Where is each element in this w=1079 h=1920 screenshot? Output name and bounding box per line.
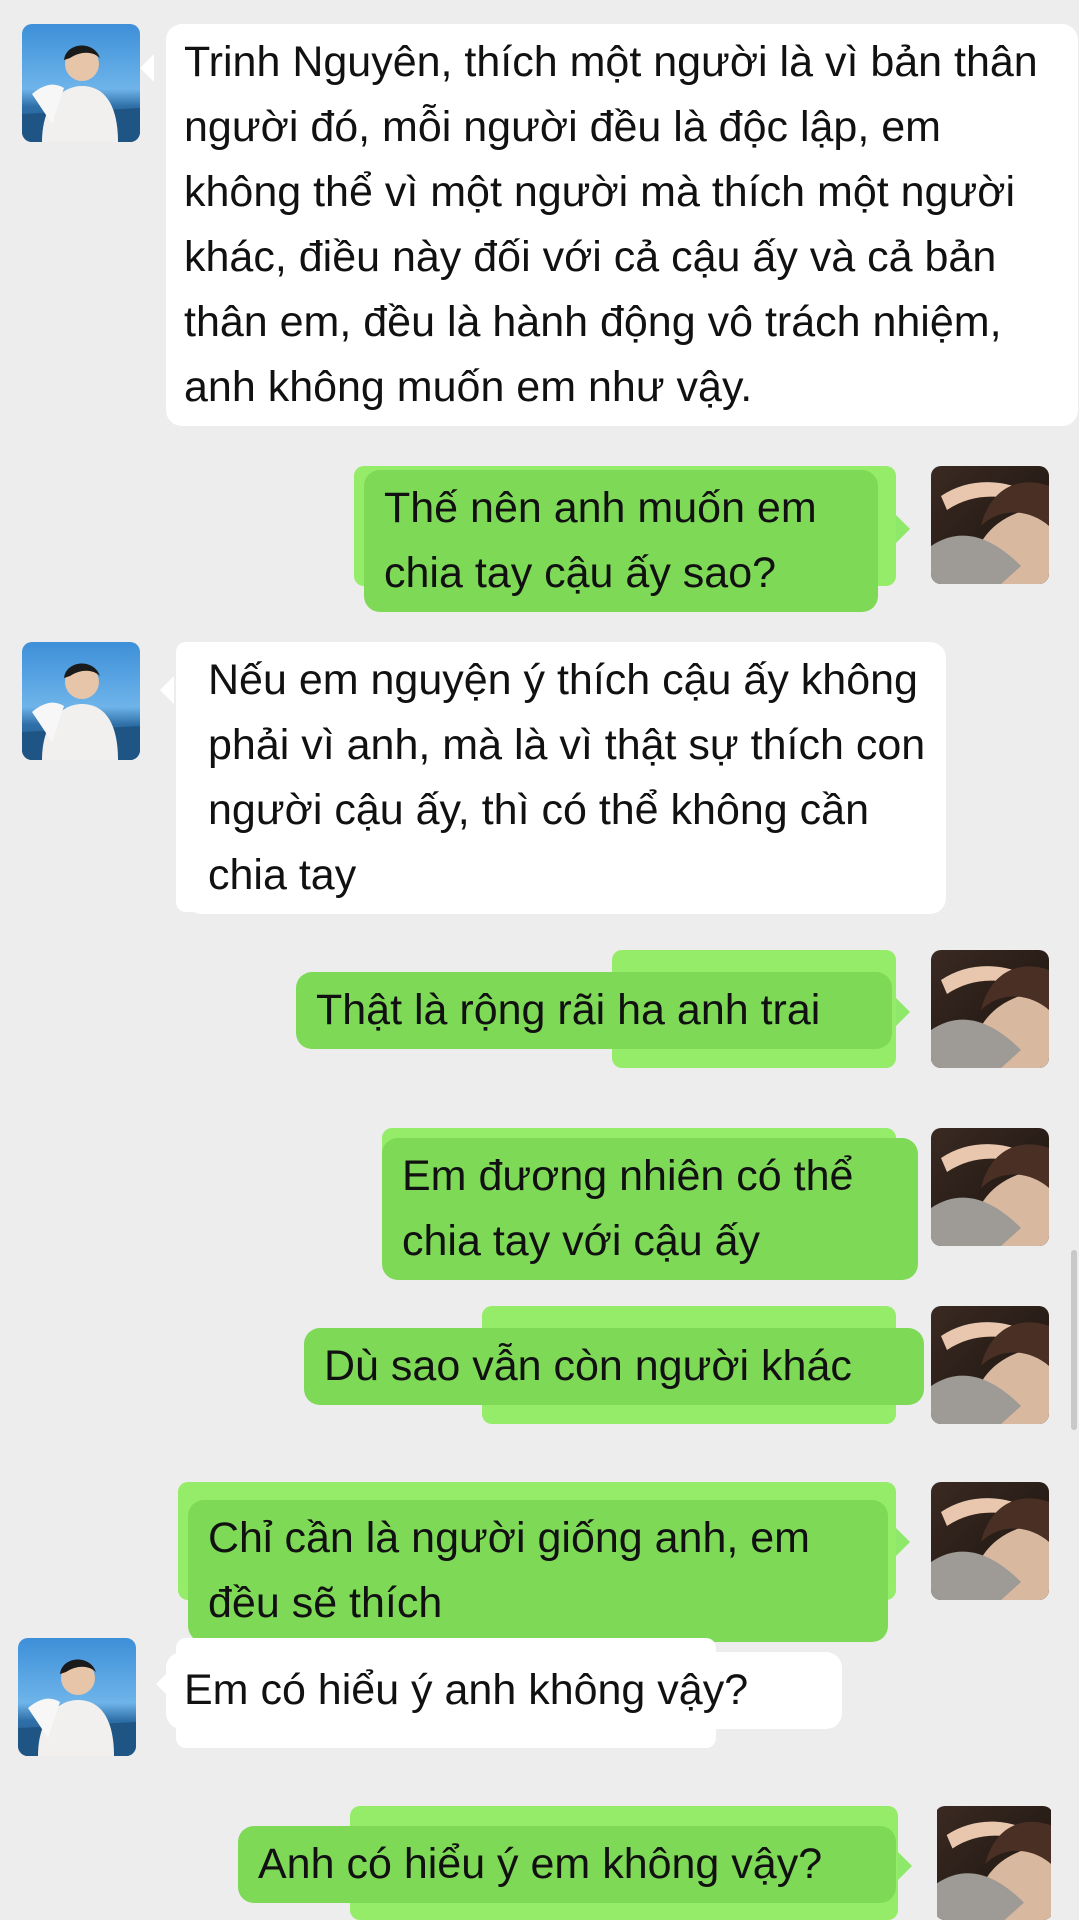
self-avatar[interactable] <box>931 950 1049 1068</box>
bubble-tail <box>896 515 910 543</box>
self-avatar[interactable] <box>931 1306 1049 1424</box>
message-bubble-outgoing[interactable]: Anh có hiểu ý em không vậy? <box>238 1826 896 1903</box>
self-avatar-photo-icon <box>931 1128 1049 1246</box>
message-bubble-outgoing[interactable]: Thật là rộng rãi ha anh trai <box>296 972 892 1049</box>
self-avatar-photo-icon <box>937 1806 1051 1920</box>
self-avatar[interactable] <box>931 466 1049 584</box>
bubble-tail <box>160 676 174 704</box>
message-bubble-outgoing[interactable]: Em đương nhiên có thể chia tay với cậu ấ… <box>382 1138 918 1280</box>
message-text: Thế nên anh muốn em chia tay cậu ấy sao? <box>384 484 817 597</box>
contact-avatar[interactable] <box>22 24 140 142</box>
message-bubble-outgoing[interactable]: Thế nên anh muốn em chia tay cậu ấy sao? <box>364 470 878 612</box>
self-avatar-photo-icon <box>931 1306 1049 1424</box>
message-text: Chỉ cần là người giống anh, em đều sẽ th… <box>208 1514 810 1627</box>
contact-avatar-photo-icon <box>22 24 140 142</box>
self-avatar-photo-icon <box>931 1482 1049 1600</box>
message-bubble-outgoing[interactable]: Dù sao vẫn còn người khác <box>304 1328 924 1405</box>
message-text: Em đương nhiên có thể chia tay với cậu ấ… <box>402 1152 854 1265</box>
self-avatar-photo-icon <box>931 950 1049 1068</box>
bubble-tail <box>898 1852 912 1880</box>
self-avatar-photo-icon <box>931 466 1049 584</box>
message-text: Anh có hiểu ý em không vậy? <box>258 1840 823 1888</box>
message-text: Thật là rộng rãi ha anh trai <box>316 986 821 1034</box>
bubble-tail <box>896 1528 910 1556</box>
contact-avatar-photo-icon <box>18 1638 136 1756</box>
message-text: Trinh Nguyên, thích một người là vì bản … <box>184 38 1038 411</box>
message-bubble-incoming[interactable]: Nếu em nguyện ý thích cậu ấy không phải … <box>186 642 946 914</box>
message-text: Em có hiểu ý anh không vậy? <box>184 1666 749 1714</box>
message-text: Nếu em nguyện ý thích cậu ấy không phải … <box>208 656 926 899</box>
self-avatar[interactable] <box>931 1128 1049 1246</box>
scrollbar[interactable] <box>1071 1250 1077 1430</box>
message-bubble-incoming[interactable]: Trinh Nguyên, thích một người là vì bản … <box>166 24 1078 426</box>
chat-area[interactable]: Trinh Nguyên, thích một người là vì bản … <box>0 0 1079 1920</box>
contact-avatar-photo-icon <box>22 642 140 760</box>
bubble-tail <box>896 998 910 1026</box>
message-text: Dù sao vẫn còn người khác <box>324 1342 852 1390</box>
message-bubble-outgoing[interactable]: Chỉ cần là người giống anh, em đều sẽ th… <box>188 1500 888 1642</box>
bubble-tail <box>140 54 154 82</box>
contact-avatar[interactable] <box>18 1638 136 1756</box>
message-bubble-incoming[interactable]: Em có hiểu ý anh không vậy? <box>166 1652 842 1729</box>
contact-avatar[interactable] <box>22 642 140 760</box>
self-avatar[interactable] <box>931 1482 1049 1600</box>
self-avatar[interactable] <box>935 1806 1053 1920</box>
